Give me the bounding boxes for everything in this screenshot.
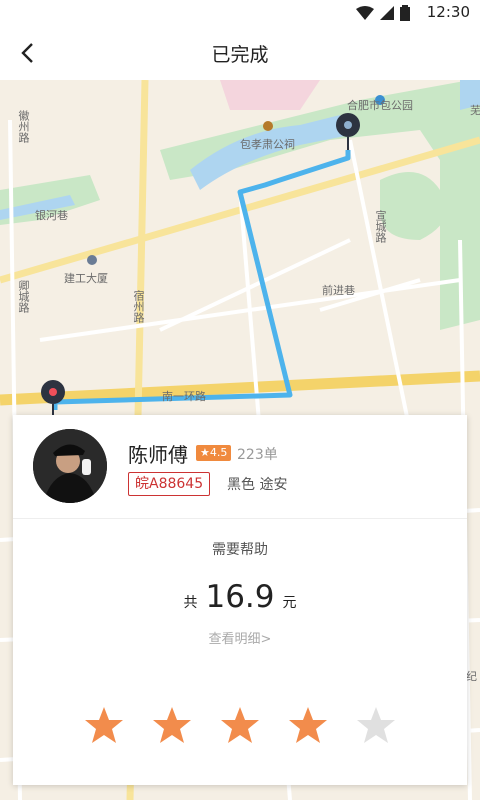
building-poi-icon <box>87 255 97 265</box>
rating-stars <box>13 705 467 745</box>
map-label-road-suzhou: 宿州路 <box>132 290 145 323</box>
fare-total: 共 16.9 元 <box>13 579 467 615</box>
help-link[interactable]: 需要帮助 <box>13 539 467 559</box>
fare-amount: 16.9 <box>205 579 275 615</box>
driver-name: 陈师傅 <box>128 443 188 467</box>
rating-star-3-icon[interactable] <box>220 705 260 745</box>
map-label-temple: 包孝肃公祠 <box>240 138 295 151</box>
view-details-link[interactable]: 查看明细> <box>13 628 467 647</box>
map-label-road-xuancheng: 宣城路 <box>374 210 387 243</box>
status-bar: 12:30 <box>0 0 480 26</box>
driver-rating-badge: ★4.5 <box>196 445 232 461</box>
divider <box>13 518 467 519</box>
status-icons <box>356 5 410 21</box>
rating-star-4-icon[interactable] <box>288 705 328 745</box>
map-label-road-north: 卿城路 <box>17 280 30 313</box>
map-label-road-ring: 南一环路 <box>162 390 206 403</box>
driver-avatar <box>33 429 107 503</box>
rating-star-1-icon[interactable] <box>84 705 124 745</box>
driver-photo-icon <box>33 429 107 503</box>
trip-summary-card: 陈师傅 ★4.5 223单 皖A88645 黑色 途安 需要帮助 共 16.9 元 … <box>13 415 467 785</box>
page-title: 已完成 <box>211 44 269 66</box>
car-description: 黑色 途安 <box>227 477 288 493</box>
map-label-road-jiguang: 徽州路 <box>17 110 30 143</box>
top-bar: 已完成 <box>0 26 480 80</box>
temple-poi-icon <box>263 121 273 131</box>
map-label-building: 建工大厦 <box>64 272 108 285</box>
wifi-icon <box>356 6 374 20</box>
map-label-road-wuhu: 芜 <box>470 104 480 117</box>
map-label-lane2: 前进巷 <box>322 284 355 297</box>
map-label-road-jishi: 纪 <box>466 670 477 683</box>
rating-star-5-icon[interactable] <box>356 705 396 745</box>
fare-unit: 元 <box>282 595 297 611</box>
driver-order-count: 223单 <box>237 447 278 463</box>
fare-prefix: 共 <box>183 595 198 611</box>
license-plate: 皖A88645 <box>128 472 211 496</box>
map-label-park: 合肥市包公园 <box>347 99 413 112</box>
rating-star-2-icon[interactable] <box>152 705 192 745</box>
status-time: 12:30 <box>426 3 470 21</box>
map-label-lane1: 银河巷 <box>35 209 68 222</box>
battery-icon <box>400 5 410 21</box>
signal-icon <box>380 6 394 20</box>
